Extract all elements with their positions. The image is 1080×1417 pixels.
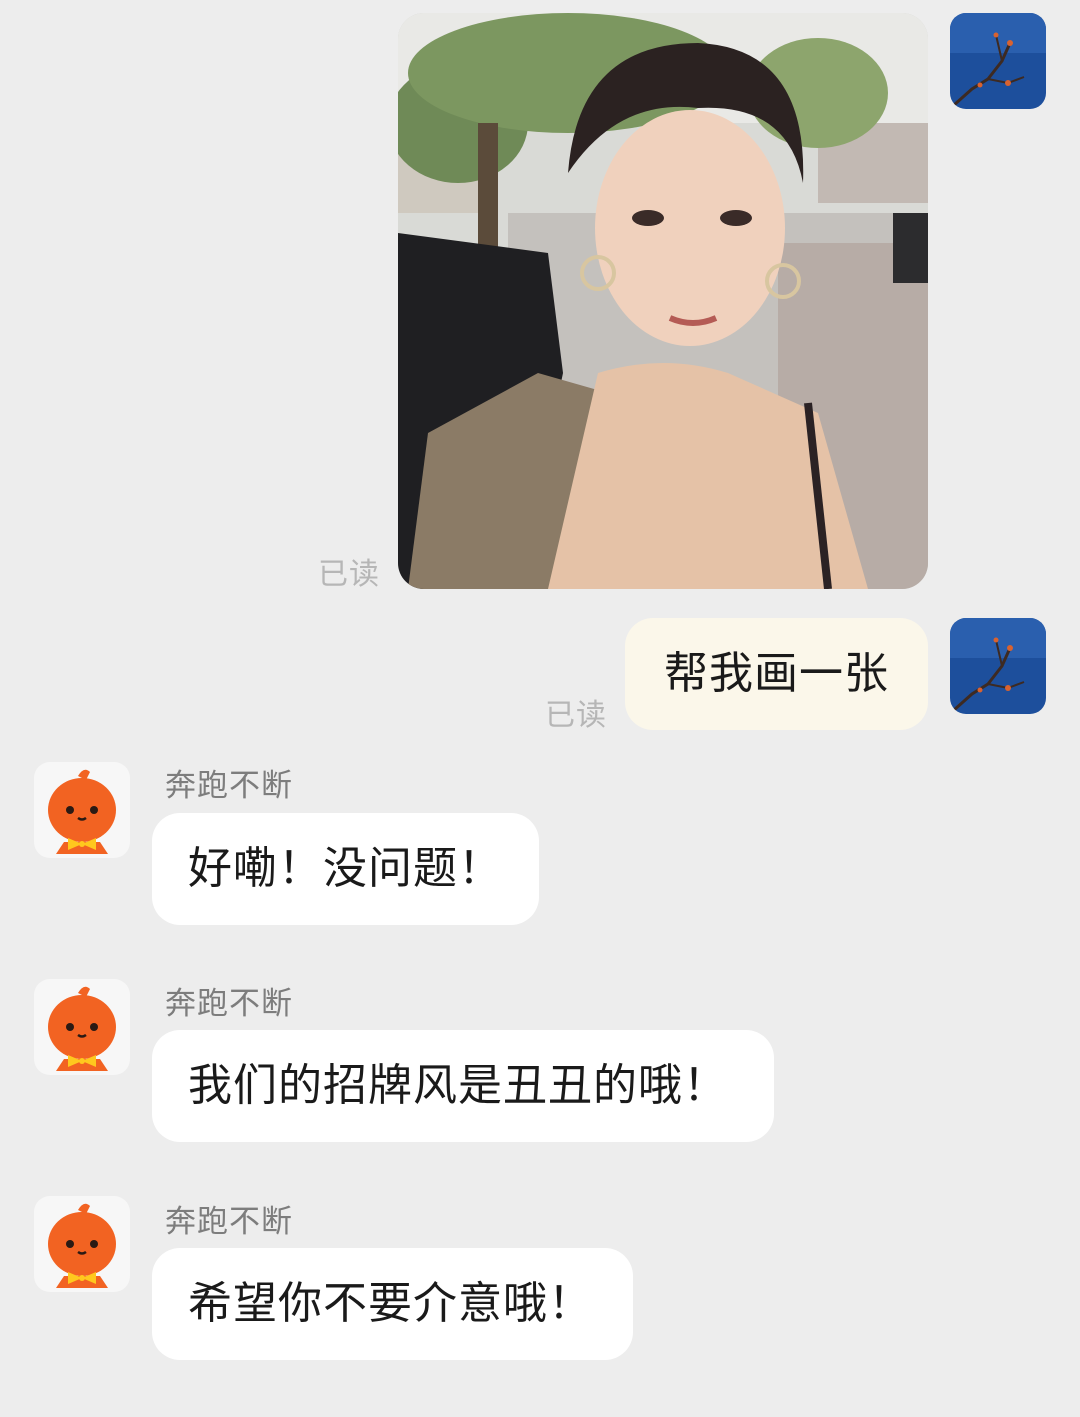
- sender-name: 奔跑不断: [165, 1204, 293, 1240]
- bot-avatar[interactable]: [34, 762, 130, 858]
- sky-branch-avatar-icon: [950, 13, 1046, 109]
- outgoing-message-bubble[interactable]: 帮我画一张: [625, 618, 928, 730]
- bot-avatar[interactable]: [34, 1196, 130, 1292]
- user-avatar[interactable]: [950, 618, 1046, 714]
- read-status: 已读: [318, 557, 380, 592]
- sent-photo[interactable]: [398, 13, 928, 589]
- incoming-message-bubble[interactable]: 好嘞！没问题！: [152, 813, 539, 925]
- orange-mascot-avatar-icon: [34, 979, 130, 1075]
- sender-name: 奔跑不断: [165, 986, 293, 1022]
- sky-branch-avatar-icon: [950, 618, 1046, 714]
- user-avatar[interactable]: [950, 13, 1046, 109]
- sender-name: 奔跑不断: [165, 768, 293, 804]
- orange-mascot-avatar-icon: [34, 1196, 130, 1292]
- photo-icon: [398, 13, 928, 589]
- incoming-message-bubble[interactable]: 我们的招牌风是丑丑的哦！: [152, 1030, 774, 1142]
- read-status: 已读: [545, 698, 607, 733]
- bot-avatar[interactable]: [34, 979, 130, 1075]
- chat-view: 已读 帮我画一张 已读 奔跑不断 好嘞！没问题！ 奔跑不断 我们的招牌风是丑丑的…: [0, 0, 1080, 1417]
- incoming-message-bubble[interactable]: 希望你不要介意哦！: [152, 1248, 633, 1360]
- orange-mascot-avatar-icon: [34, 762, 130, 858]
